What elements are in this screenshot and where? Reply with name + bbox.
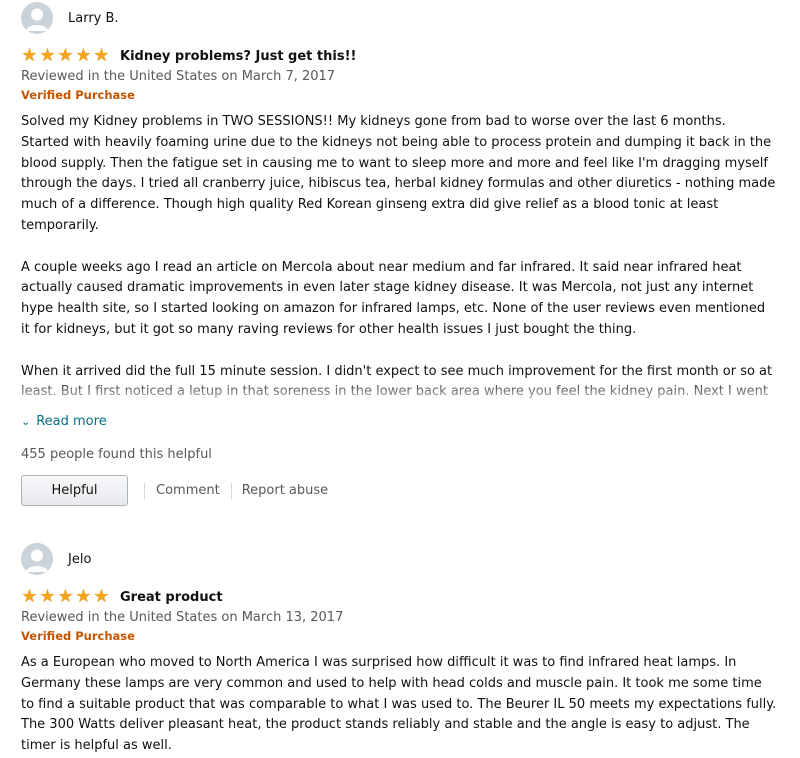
read-more-label: Read more — [36, 413, 107, 429]
star-icon: ★ — [21, 45, 38, 66]
review-body: Solved my Kidney problems in TWO SESSION… — [21, 112, 777, 406]
avatar — [21, 543, 53, 575]
review-actions: Helpful Comment Report abuse — [21, 475, 781, 506]
review-title[interactable]: Kidney problems? Just get this!! — [120, 49, 356, 64]
review-paragraph: Solved my Kidney problems in TWO SESSION… — [21, 114, 776, 233]
reviewer-name: Larry B. — [68, 10, 119, 26]
star-icon: ★ — [39, 45, 56, 66]
review-card: Larry B. ★ ★ ★ ★ ★ Kidney problems? Just… — [21, 2, 781, 506]
star-icon: ★ — [57, 586, 74, 607]
helpful-button[interactable]: Helpful — [21, 475, 128, 506]
reviewer-name: Jelo — [68, 551, 92, 567]
default-avatar-icon — [26, 8, 48, 31]
chevron-down-icon: ⌄ — [21, 414, 31, 428]
star-icon: ★ — [75, 586, 92, 607]
default-avatar-icon — [26, 549, 48, 572]
avatar — [21, 2, 53, 34]
star-icon: ★ — [93, 45, 110, 66]
review-paragraph: As a European who moved to North America… — [21, 655, 777, 754]
report-abuse-link[interactable]: Report abuse — [242, 483, 328, 498]
star-icon: ★ — [39, 586, 56, 607]
divider — [230, 482, 232, 499]
verified-purchase-badge[interactable]: Verified Purchase — [21, 628, 781, 645]
read-more-link[interactable]: ⌄ Read more — [21, 412, 781, 430]
helpful-count: 455 people found this helpful — [21, 447, 212, 462]
review-card: Jelo ★ ★ ★ ★ ★ Great product Reviewed in… — [21, 543, 781, 757]
reviewer-profile[interactable]: Larry B. — [21, 2, 781, 34]
review-date: Reviewed in the United States on March 7… — [21, 69, 336, 84]
star-icon: ★ — [75, 45, 92, 66]
review-body: As a European who moved to North America… — [21, 653, 777, 757]
star-icon: ★ — [57, 45, 74, 66]
star-rating[interactable]: ★ ★ ★ ★ ★ — [21, 588, 110, 606]
reviewer-profile[interactable]: Jelo — [21, 543, 781, 575]
verified-purchase-badge[interactable]: Verified Purchase — [21, 87, 781, 104]
star-icon: ★ — [21, 586, 38, 607]
comment-link[interactable]: Comment — [156, 483, 220, 498]
review-title[interactable]: Great product — [120, 590, 223, 605]
review-paragraph: When it arrived did the full 15 minute s… — [21, 363, 773, 406]
divider — [144, 482, 145, 499]
star-icon: ★ — [93, 586, 110, 607]
review-date: Reviewed in the United States on March 1… — [21, 610, 344, 625]
star-rating[interactable]: ★ ★ ★ ★ ★ — [21, 47, 110, 65]
review-paragraph: A couple weeks ago I read an article on … — [21, 259, 766, 337]
